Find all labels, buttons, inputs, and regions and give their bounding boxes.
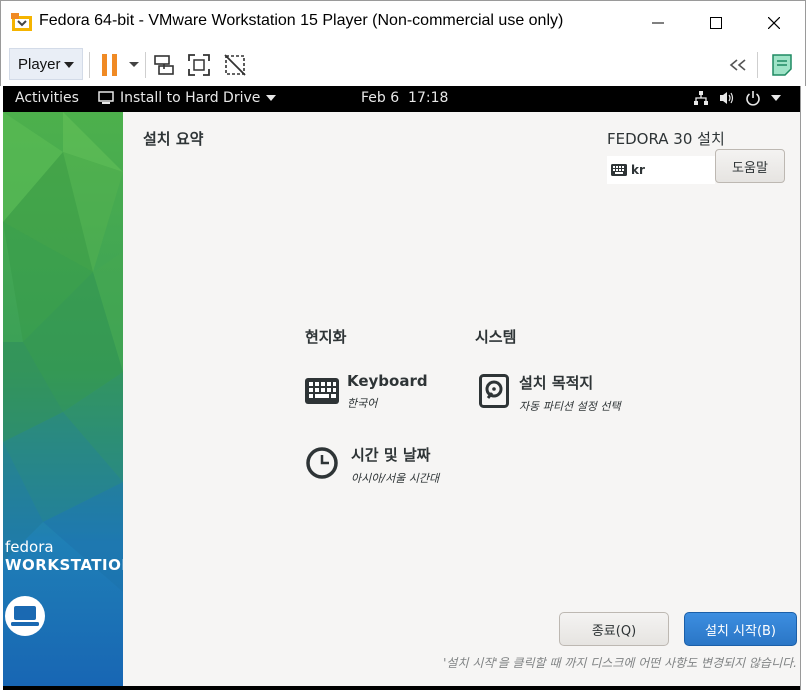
spoke-time-date-status: 아시아/서울 시간대: [351, 472, 440, 485]
vmware-toolbar: Player: [0, 44, 806, 86]
unity-button[interactable]: [220, 50, 250, 80]
spoke-installation-destination-title: 설치 목적지: [519, 374, 594, 392]
clock[interactable]: Feb 6 17:18: [361, 90, 448, 106]
chevron-down-icon: [129, 62, 139, 67]
quit-button[interactable]: 종료(Q): [559, 612, 669, 646]
back-arrows-icon: [729, 59, 746, 71]
fullscreen-icon: [188, 54, 210, 76]
keyboard-icon: [611, 164, 627, 176]
app-menu[interactable]: Install to Hard Drive: [98, 90, 277, 106]
begin-installation-button[interactable]: 설치 시작(B): [684, 612, 797, 646]
player-menu-button[interactable]: Player: [9, 48, 83, 80]
send-ctrl-alt-del-button[interactable]: [149, 50, 179, 80]
page-title: 설치 요약: [143, 130, 204, 148]
vmware-app-icon: [11, 13, 33, 33]
spoke-time-date[interactable]: 시간 및 날짜 아시아/서울 시간대: [305, 444, 439, 486]
send-ctrl-alt-del-icon: [154, 55, 174, 75]
system-tray[interactable]: [693, 90, 781, 106]
keyboard-icon: [305, 374, 339, 408]
power-icon: [746, 91, 760, 106]
chevron-down-icon: [64, 62, 74, 68]
fullscreen-button[interactable]: [184, 50, 214, 80]
window-title: Fedora 64-bit - VMware Workstation 15 Pl…: [39, 12, 564, 29]
minimize-button[interactable]: [629, 1, 687, 45]
help-button[interactable]: 도움말: [715, 149, 785, 183]
clock-icon: [305, 446, 339, 480]
spoke-installation-destination-text: 설치 목적지 자동 파티션 설정 선택: [519, 372, 621, 414]
footnote-text: '설치 시작'을 클릭할 때 까지 디스크에 어떤 사항도 변경되지 않습니다.: [443, 656, 797, 670]
collapse-toolbar-button[interactable]: [723, 50, 753, 80]
section-heading-system: 시스템: [475, 328, 517, 346]
brand-workstation-text: WORKSTATION: [5, 556, 123, 574]
spoke-keyboard-text: Keyboard 한국어: [347, 372, 428, 411]
chevron-down-icon: [266, 95, 277, 101]
disk-icon: [477, 374, 511, 408]
spoke-installation-destination-status: 자동 파티션 설정 선택: [519, 400, 621, 413]
close-button[interactable]: [745, 1, 803, 45]
pause-icon: [102, 54, 117, 76]
toolbar-divider: [757, 52, 758, 78]
player-menu-label: Player: [18, 55, 61, 73]
spoke-time-date-text: 시간 및 날짜 아시아/서울 시간대: [351, 444, 439, 486]
spoke-time-date-title: 시간 및 날짜: [351, 446, 431, 464]
chevron-down-icon: [771, 95, 781, 101]
keyboard-layout-indicator[interactable]: kr: [607, 156, 715, 184]
window-titlebar: Fedora 64-bit - VMware Workstation 15 Pl…: [0, 0, 806, 44]
product-title: FEDORA 30 설치: [607, 130, 725, 148]
minimize-icon: [652, 22, 664, 24]
spoke-installation-destination[interactable]: 설치 목적지 자동 파티션 설정 선택: [477, 372, 621, 414]
section-heading-localization: 현지화: [305, 328, 347, 346]
app-menu-label: Install to Hard Drive: [120, 90, 261, 106]
volume-icon: [720, 92, 734, 104]
installer-icon: [98, 91, 114, 104]
activities-button[interactable]: Activities: [15, 90, 79, 106]
keyboard-layout-label: kr: [631, 163, 645, 177]
window-right-edge: [800, 86, 806, 690]
notes-icon: [772, 54, 792, 76]
fedora-workstation-logo: fedora WORKSTATION: [5, 538, 123, 574]
installer-sidebar: fedora WORKSTATION: [3, 112, 123, 686]
unity-icon: [224, 54, 246, 76]
workstation-laptop-icon: [5, 596, 45, 640]
spoke-keyboard-status: 한국어: [347, 397, 378, 410]
brand-fedora-text: fedora: [5, 538, 54, 556]
network-icon: [694, 91, 708, 105]
toolbar-divider: [89, 52, 90, 78]
gnome-top-bar: Activities Install to Hard Drive Feb 6 1…: [3, 86, 800, 112]
maximize-icon: [710, 17, 722, 29]
toolbar-divider: [145, 52, 146, 78]
maximize-button[interactable]: [687, 1, 745, 45]
close-icon: [768, 17, 780, 29]
spoke-keyboard[interactable]: Keyboard 한국어: [305, 372, 428, 411]
anaconda-installer: fedora WORKSTATION 설치 요약 FEDORA 30 설치 kr…: [3, 112, 800, 686]
spoke-keyboard-title: Keyboard: [347, 372, 428, 390]
notes-button[interactable]: [767, 50, 797, 80]
